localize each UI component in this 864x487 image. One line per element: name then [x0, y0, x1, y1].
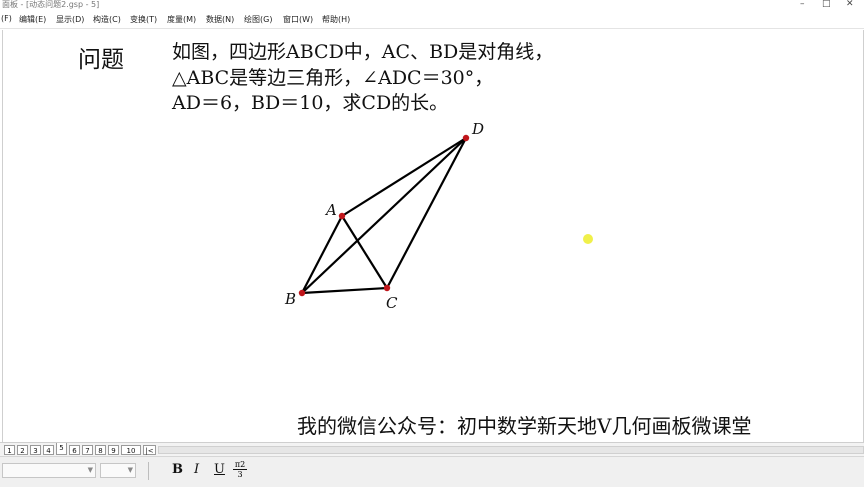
wechat-footer: 我的微信公众号：初中数学新天地V几何画板微课堂 — [297, 414, 752, 438]
font-family-select[interactable]: ▼ — [2, 463, 96, 478]
font-size-select[interactable]: ▼ — [100, 463, 136, 478]
page-tab-3[interactable]: 3 — [30, 445, 41, 455]
page-tab-5-active[interactable]: 5 — [56, 443, 67, 455]
point-a[interactable] — [338, 212, 346, 220]
underline-button[interactable]: U — [214, 462, 225, 477]
segment-ad[interactable] — [341, 137, 467, 217]
fraction-bottom: 3 — [237, 470, 243, 479]
math-format-button[interactable]: π2 3 — [233, 460, 247, 482]
chevron-down-icon: ▼ — [127, 466, 133, 474]
chevron-down-icon: ▼ — [87, 466, 93, 474]
point-c[interactable] — [383, 284, 391, 292]
horizontal-scrollbar[interactable] — [158, 446, 864, 454]
page-tab-8[interactable]: 8 — [95, 445, 106, 455]
page-tab-10[interactable]: 10 — [121, 445, 141, 455]
point-b[interactable] — [298, 289, 306, 297]
label-d: D — [471, 120, 484, 138]
italic-button[interactable]: I — [194, 462, 199, 477]
cursor-highlight — [583, 234, 593, 244]
page-tab-4[interactable]: 4 — [43, 445, 54, 455]
page-tab-2[interactable]: 2 — [17, 445, 28, 455]
label-c: C — [386, 294, 398, 312]
segment-ab[interactable] — [301, 215, 343, 294]
page-tabs-bar: 1 2 3 4 5 6 7 8 9 10 |< — [0, 442, 864, 457]
page-tab-1[interactable]: 1 — [4, 445, 15, 455]
bold-button[interactable]: B — [172, 462, 183, 477]
label-b: B — [284, 290, 296, 308]
segment-ac[interactable] — [341, 215, 388, 289]
page-tab-7[interactable]: 7 — [82, 445, 93, 455]
page-tab-6[interactable]: 6 — [69, 445, 80, 455]
label-a: A — [324, 201, 337, 219]
page-tab-9[interactable]: 9 — [108, 445, 119, 455]
text-format-bar: ▼ ▼ B I U π2 3 — [0, 456, 864, 487]
page-nav-first[interactable]: |< — [143, 445, 156, 455]
segment-cd[interactable] — [386, 137, 467, 289]
segment-bc[interactable] — [301, 286, 388, 295]
point-d[interactable] — [462, 134, 470, 142]
toolbar-divider — [148, 462, 149, 480]
fraction-top: π2 — [233, 460, 247, 470]
